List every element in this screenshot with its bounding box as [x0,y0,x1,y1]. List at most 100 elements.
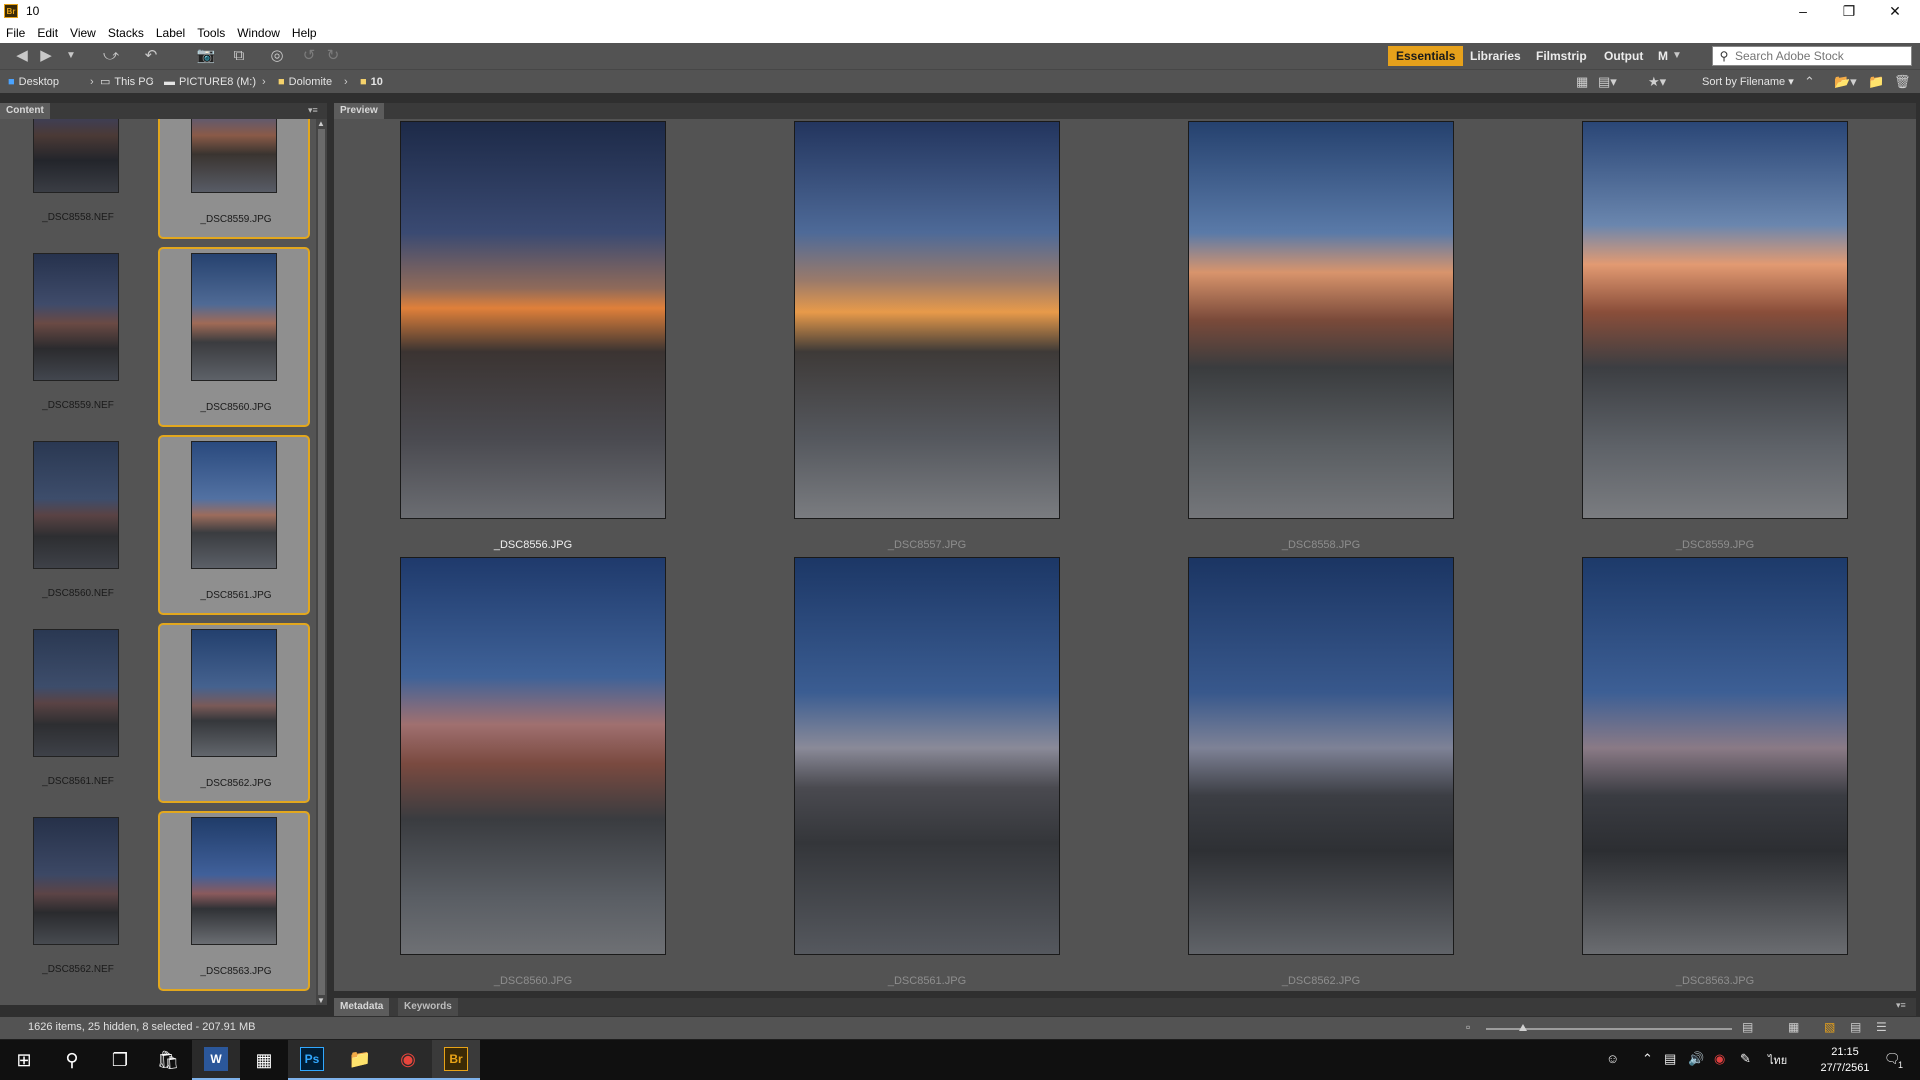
workspace-output[interactable]: Output [1596,46,1651,66]
chevron-right-icon[interactable]: › [150,74,154,90]
camera-download-icon[interactable]: 📷 [196,47,216,65]
content-thumbnail-item[interactable]: _DSC8562.NEF [2,811,154,991]
crumb-current-folder[interactable]: ■ 10 [360,74,383,90]
crumb-dolomite[interactable]: ■ Dolomite [278,74,332,90]
preview-image-item[interactable]: _DSC8556.JPG [400,121,666,551]
thumbnail-image[interactable] [33,817,119,945]
tab-preview[interactable]: Preview [334,103,384,119]
preview-image-item[interactable]: _DSC8563.JPG [1582,557,1848,987]
tab-keywords[interactable]: Keywords [398,998,458,1016]
chevron-right-icon[interactable]: › [90,74,94,90]
back-arrow-icon[interactable]: ◀ [12,47,32,65]
panel-menu-icon[interactable]: ▾≡ [1896,1000,1906,1011]
grid-view-icon[interactable]: ▦ [1788,1020,1799,1034]
preview-image[interactable] [1188,557,1454,955]
bridge-button[interactable]: Br [432,1040,480,1080]
preview-image[interactable] [400,557,666,955]
forward-arrow-icon[interactable]: ▶ [36,47,56,65]
new-folder-icon[interactable]: 📁 [1868,74,1884,90]
details-view-icon[interactable]: ▤ [1850,1020,1861,1034]
delete-trash-icon[interactable]: 🗑 [1894,74,1911,90]
show-hidden-icons-chevron-icon[interactable]: ⌃ [1642,1051,1653,1067]
minimize-button[interactable]: – [1780,0,1826,22]
content-thumbnail-item[interactable]: _DSC8561.JPG [158,435,310,615]
view-options-icon[interactable]: ▤▾ [1598,74,1617,90]
tab-metadata[interactable]: Metadata [334,998,390,1016]
antivirus-icon[interactable]: ◉ [1714,1051,1725,1067]
thumbnail-size-slider[interactable] [1486,1024,1732,1031]
store-button[interactable]: 🛍 [144,1040,192,1080]
scroll-down-arrow-icon[interactable]: ▼ [317,996,325,1005]
preview-image[interactable] [1188,121,1454,519]
workspace-libraries[interactable]: Libraries [1462,46,1529,66]
menu-stacks[interactable]: Stacks [102,26,150,40]
menu-edit[interactable]: Edit [31,26,64,40]
content-thumbnail-item[interactable]: _DSC8559.JPG [158,119,310,239]
crumb-drive[interactable]: ▬ PICTURE8 (M:) [164,74,256,90]
thumbnail-image[interactable] [191,253,277,381]
start-button[interactable]: ⊞ [0,1040,48,1080]
menu-label[interactable]: Label [150,26,191,40]
open-in-camera-raw-icon[interactable]: ◎ [268,47,286,65]
content-scrollbar[interactable]: ▲ ▼ [316,119,327,1005]
content-thumbnail-item[interactable]: _DSC8559.NEF [2,247,154,427]
restore-button[interactable]: ❐ [1826,0,1872,22]
close-button[interactable]: ✕ [1872,0,1918,22]
sort-by-filename[interactable]: Sort by Filename ▾ [1702,74,1794,90]
thumbnail-image[interactable] [33,629,119,757]
crumb-this-pc[interactable]: ▭ This PC [100,74,154,90]
word-button[interactable]: W [192,1040,240,1080]
preview-image-item[interactable]: _DSC8557.JPG [794,121,1060,551]
crumb-desktop[interactable]: ■ Desktop [8,74,59,90]
thumbnail-image[interactable] [33,253,119,381]
list-view-icon[interactable]: ☰ [1876,1020,1887,1034]
preview-image-item[interactable]: _DSC8562.JPG [1188,557,1454,987]
menu-window[interactable]: Window [231,26,286,40]
taskbar-search-button[interactable]: ⚲ [48,1040,96,1080]
preview-image-item[interactable]: _DSC8558.JPG [1188,121,1454,551]
thumbnail-image[interactable] [191,817,277,945]
sort-ascending-icon[interactable]: ⌃ [1804,74,1815,90]
content-thumbnail-item[interactable]: _DSC8560.NEF [2,435,154,615]
open-recent-folder-icon[interactable]: 📂▾ [1834,74,1857,90]
thumbnail-image[interactable] [191,629,277,757]
content-thumbnail-item[interactable]: _DSC8561.NEF [2,623,154,803]
search-box[interactable]: ⚲ [1712,46,1912,66]
preview-image[interactable] [794,557,1060,955]
menu-file[interactable]: File [0,26,31,40]
rotate-ccw-icon[interactable]: ↺ [300,47,318,65]
preview-image-item[interactable]: _DSC8560.JPG [400,557,666,987]
thumbnail-quality-icon[interactable]: ▦ [1576,74,1588,90]
thumbnail-image[interactable] [33,119,119,193]
preview-image[interactable] [794,121,1060,519]
people-icon[interactable]: ☺ [1606,1051,1619,1066]
pen-icon[interactable]: ✎ [1740,1051,1751,1067]
preview-image[interactable] [400,121,666,519]
boomerang-icon[interactable]: ⤻ [98,47,124,65]
preview-image[interactable] [1582,557,1848,955]
thumbnail-image[interactable] [191,441,277,569]
chrome-button[interactable]: ◉ [384,1040,432,1080]
rotate-left-icon[interactable]: ↶ [142,47,160,65]
preview-image[interactable] [1582,121,1848,519]
tab-content[interactable]: Content [0,103,50,119]
rotate-cw-icon[interactable]: ↻ [324,47,342,65]
input-language[interactable]: ไทย [1768,1051,1787,1069]
search-input[interactable] [1735,49,1905,63]
workspace-filmstrip[interactable]: Filmstrip [1528,46,1595,66]
thumbnail-view-icon[interactable]: ▧ [1824,1020,1835,1034]
content-thumbnail-item[interactable]: _DSC8560.JPG [158,247,310,427]
slider-knob[interactable] [1518,1024,1527,1031]
refine-icon[interactable]: ⧉ [226,47,252,65]
calculator-button[interactable]: ▦ [240,1040,288,1080]
network-icon[interactable]: ▤ [1664,1051,1676,1067]
recent-dropdown-icon[interactable]: ▼ [64,47,78,65]
photoshop-button[interactable]: Ps [288,1040,336,1080]
panel-menu-icon[interactable]: ▾≡ [308,105,318,116]
thumbnail-image[interactable] [33,441,119,569]
zoom-in-icon[interactable]: ▤ [1742,1020,1753,1034]
thumbnail-image[interactable] [191,119,277,193]
rating-filter-star-icon[interactable]: ★▾ [1648,74,1666,90]
menu-help[interactable]: Help [286,26,323,40]
chevron-right-icon[interactable]: › [344,74,348,90]
